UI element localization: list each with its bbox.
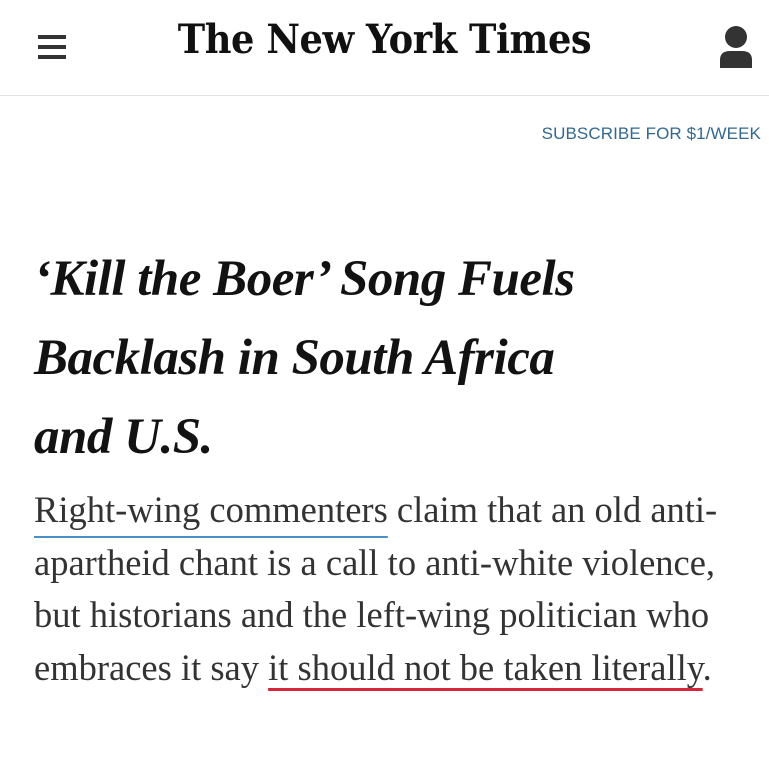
top-navigation-bar: The New York Times [0, 0, 769, 96]
article-headline[interactable]: ‘Kill the Boer’ Song Fuels Backlash in S… [34, 240, 754, 477]
article-summary: Right-wing commenters claim that an old … [34, 484, 764, 694]
headline-line: Backlash in South Africa [34, 330, 555, 386]
site-logo[interactable]: The New York Times [31, 16, 738, 63]
subscribe-link[interactable]: SUBSCRIBE FOR $1/WEEK [542, 124, 761, 144]
summary-text-end: . [702, 646, 712, 688]
highlighted-text-blue: Right-wing commenters [34, 489, 388, 530]
highlighted-text-red: it should not be taken literally [268, 646, 703, 688]
headline-line: and U.S. [34, 409, 213, 465]
headline-line: ‘Kill the Boer’ Song Fuels [34, 251, 575, 307]
user-account-icon[interactable] [718, 24, 754, 68]
